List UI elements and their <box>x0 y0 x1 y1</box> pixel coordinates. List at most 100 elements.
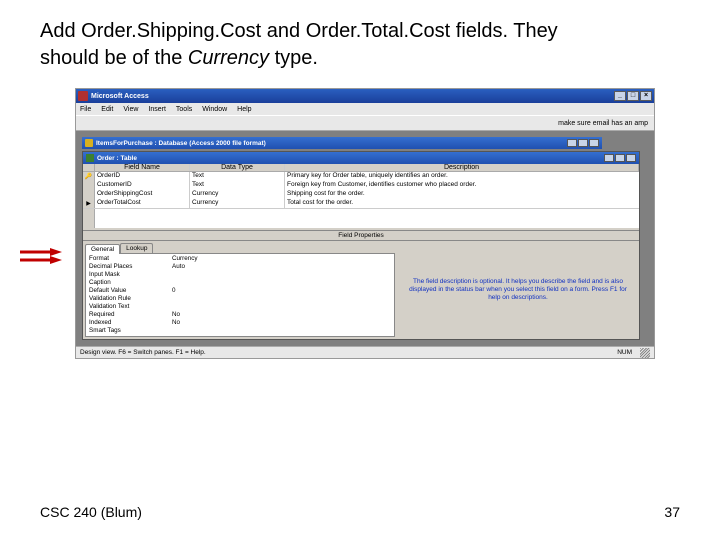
field-properties-pane: Field Properties General Lookup FormatCu… <box>83 228 639 339</box>
property-value[interactable]: Auto <box>172 263 393 271</box>
col-data-type[interactable]: Data Type <box>190 164 285 171</box>
field-name-cell[interactable]: OrderShippingCost <box>95 190 190 199</box>
property-row[interactable]: Caption <box>87 279 393 287</box>
menu-view[interactable]: View <box>123 106 138 113</box>
row-selector-header <box>83 164 95 171</box>
description-cell[interactable]: Primary key for Order table, uniquely id… <box>285 172 639 181</box>
database-window-title: ItemsForPurchase : Database (Access 2000… <box>82 137 602 149</box>
property-value[interactable] <box>172 327 393 335</box>
row-selector[interactable] <box>83 181 95 190</box>
status-text: Design view. F6 = Switch panes. F1 = Hel… <box>80 349 206 356</box>
menubar: File Edit View Insert Tools Window Help <box>76 103 654 115</box>
menu-help[interactable]: Help <box>237 106 251 113</box>
table-window-titlebar: Order : Table <box>83 152 639 164</box>
database-icon <box>85 139 93 147</box>
close-button[interactable]: × <box>640 91 652 101</box>
resize-grip-icon[interactable] <box>640 348 650 358</box>
db-maximize-button[interactable] <box>578 139 588 147</box>
row-selector[interactable] <box>83 172 95 181</box>
table-window-title: Order : Table <box>97 155 137 162</box>
property-row[interactable]: Decimal PlacesAuto <box>87 263 393 271</box>
col-field-name[interactable]: Field Name <box>95 164 190 171</box>
properties-grid: FormatCurrencyDecimal PlacesAutoInput Ma… <box>85 253 395 337</box>
field-row[interactable]: CustomerIDTextForeign key from Customer,… <box>83 181 639 190</box>
db-close-button[interactable] <box>589 139 599 147</box>
property-row[interactable]: Validation Rule <box>87 295 393 303</box>
field-properties-title: Field Properties <box>83 230 639 241</box>
property-row[interactable]: IndexedNo <box>87 319 393 327</box>
property-value[interactable] <box>172 295 393 303</box>
status-bar: Design view. F6 = Switch panes. F1 = Hel… <box>76 346 654 358</box>
data-type-cell[interactable]: Currency <box>190 199 285 208</box>
menu-file[interactable]: File <box>80 106 91 113</box>
property-value[interactable]: No <box>172 311 393 319</box>
property-label: Input Mask <box>87 271 172 279</box>
instruction-line1: Add Order.Shipping.Cost and Order.Total.… <box>40 20 558 42</box>
col-description[interactable]: Description <box>285 164 639 171</box>
access-window: Microsoft Access _ □ × File Edit View In… <box>75 88 655 359</box>
property-label: Format <box>87 255 172 263</box>
slide-footer: CSC 240 (Blum) 37 <box>40 504 680 520</box>
property-row[interactable]: Input Mask <box>87 271 393 279</box>
property-value[interactable] <box>172 303 393 311</box>
instruction-line2c: type. <box>269 47 318 69</box>
field-name-cell[interactable]: CustomerID <box>95 181 190 190</box>
field-row[interactable]: OrderIDTextPrimary key for Order table, … <box>83 172 639 181</box>
arrow-annotation-icon <box>18 248 62 264</box>
row-selector[interactable] <box>83 190 95 199</box>
help-text: The field description is optional. It he… <box>403 278 633 301</box>
tab-lookup[interactable]: Lookup <box>120 243 153 253</box>
table-design-window: Order : Table Field Name Data Type Descr… <box>82 151 640 340</box>
status-num: NUM <box>617 349 632 356</box>
footer-left: CSC 240 (Blum) <box>40 504 142 520</box>
property-row[interactable]: Smart Tags <box>87 327 393 335</box>
maximize-button[interactable]: □ <box>627 91 639 101</box>
instruction-currency: Currency <box>188 47 269 69</box>
tab-general[interactable]: General <box>85 244 120 254</box>
help-search-input[interactable]: make sure email has an amp <box>558 120 648 127</box>
property-value[interactable] <box>172 271 393 279</box>
grid-header: Field Name Data Type Description <box>83 164 639 172</box>
field-name-cell[interactable]: OrderID <box>95 172 190 181</box>
menu-insert[interactable]: Insert <box>148 106 166 113</box>
description-cell[interactable]: Shipping cost for the order. <box>285 190 639 199</box>
menu-window[interactable]: Window <box>202 106 227 113</box>
tbl-maximize-button[interactable] <box>615 154 625 162</box>
slide-instruction: Add Order.Shipping.Cost and Order.Total.… <box>40 18 680 72</box>
minimize-button[interactable]: _ <box>614 91 626 101</box>
table-icon <box>86 154 94 162</box>
description-cell[interactable]: Foreign key from Customer, identifies cu… <box>285 181 639 190</box>
property-label: Validation Text <box>87 303 172 311</box>
description-cell[interactable]: Total cost for the order. <box>285 199 639 208</box>
app-titlebar: Microsoft Access _ □ × <box>76 89 654 103</box>
empty-rows[interactable] <box>83 208 639 228</box>
property-value[interactable]: No <box>172 319 393 327</box>
field-name-cell[interactable]: OrderTotalCost <box>95 199 190 208</box>
property-label: Validation Rule <box>87 295 172 303</box>
instruction-line2a: should be of the <box>40 47 188 69</box>
property-row[interactable]: Default Value0 <box>87 287 393 295</box>
row-selector[interactable] <box>83 199 95 208</box>
toolbar: make sure email has an amp <box>76 115 654 131</box>
menu-edit[interactable]: Edit <box>101 106 113 113</box>
property-row[interactable]: FormatCurrency <box>87 255 393 263</box>
access-icon <box>78 91 88 101</box>
db-minimize-button[interactable] <box>567 139 577 147</box>
menu-tools[interactable]: Tools <box>176 106 192 113</box>
property-label: Default Value <box>87 287 172 295</box>
property-row[interactable]: RequiredNo <box>87 311 393 319</box>
property-value[interactable]: Currency <box>172 255 393 263</box>
property-value[interactable] <box>172 279 393 287</box>
property-label: Caption <box>87 279 172 287</box>
property-row[interactable]: Validation Text <box>87 303 393 311</box>
data-type-cell[interactable]: Text <box>190 172 285 181</box>
property-label: Required <box>87 311 172 319</box>
tbl-close-button[interactable] <box>626 154 636 162</box>
property-label: Indexed <box>87 319 172 327</box>
tbl-minimize-button[interactable] <box>604 154 614 162</box>
field-row[interactable]: OrderTotalCostCurrencyTotal cost for the… <box>83 199 639 208</box>
data-type-cell[interactable]: Currency <box>190 190 285 199</box>
data-type-cell[interactable]: Text <box>190 181 285 190</box>
property-value[interactable]: 0 <box>172 287 393 295</box>
field-row[interactable]: OrderShippingCostCurrencyShipping cost f… <box>83 190 639 199</box>
